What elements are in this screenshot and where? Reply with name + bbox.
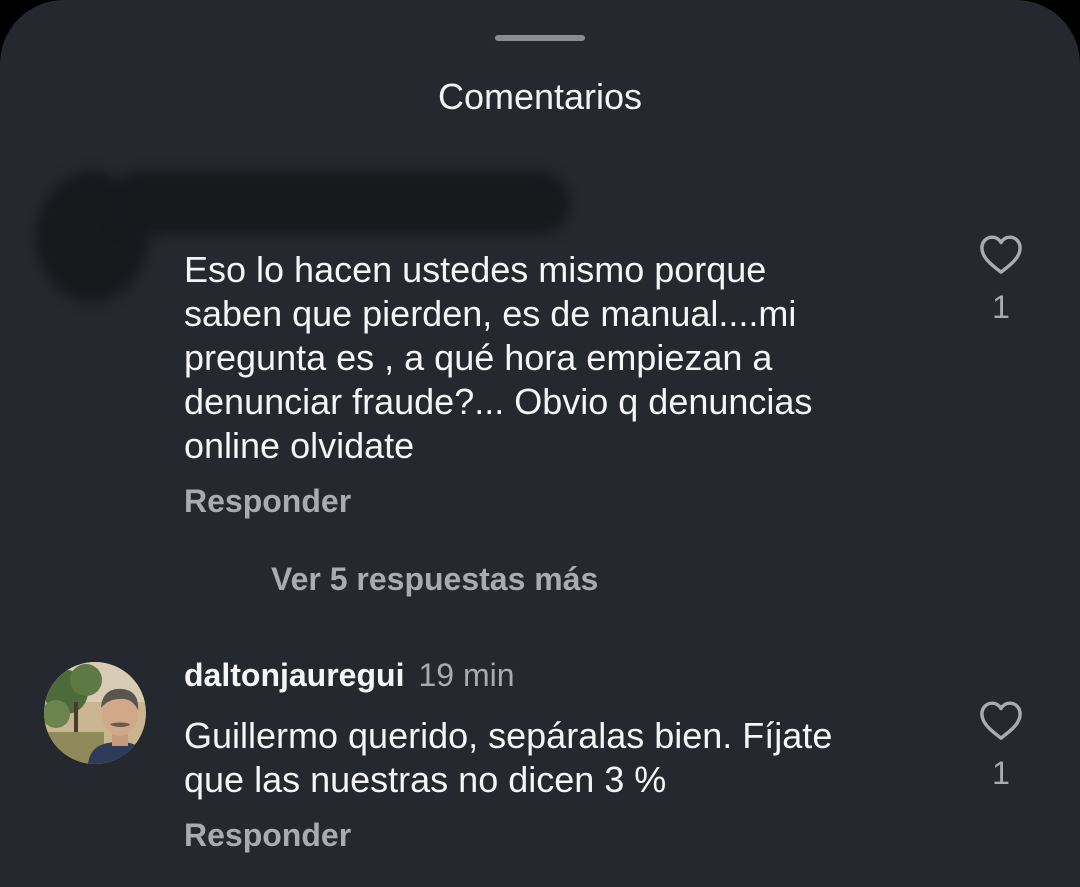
like-button[interactable]: 1 xyxy=(970,233,1032,325)
like-count: 1 xyxy=(992,289,1010,325)
reply-button[interactable]: Responder xyxy=(184,816,351,854)
drag-handle[interactable] xyxy=(495,35,585,41)
profile-photo xyxy=(44,662,146,764)
sheet-title: Comentarios xyxy=(437,76,643,117)
like-count: 1 xyxy=(992,755,1010,791)
heart-outline-icon xyxy=(980,235,1022,274)
like-button[interactable]: 1 xyxy=(970,699,1032,791)
avatar[interactable] xyxy=(44,662,146,764)
redacted-username xyxy=(110,172,570,234)
comments-sheet: Comentarios Eso lo hacen ustedes mismo p… xyxy=(0,0,1080,887)
heart-outline-icon xyxy=(980,701,1022,740)
timestamp: 19 min xyxy=(418,657,515,693)
comment-text: Guillermo querido, sepáralas bien. Fíjat… xyxy=(184,715,833,800)
username[interactable]: daltonjauregui xyxy=(184,657,404,693)
reply-button[interactable]: Responder xyxy=(184,482,351,520)
view-more-replies-button[interactable]: Ver 5 respuestas más xyxy=(271,560,598,598)
comment-text: Eso lo hacen ustedes mismo porque saben … xyxy=(184,249,813,466)
comment-header: daltonjauregui 19 min xyxy=(184,656,515,694)
